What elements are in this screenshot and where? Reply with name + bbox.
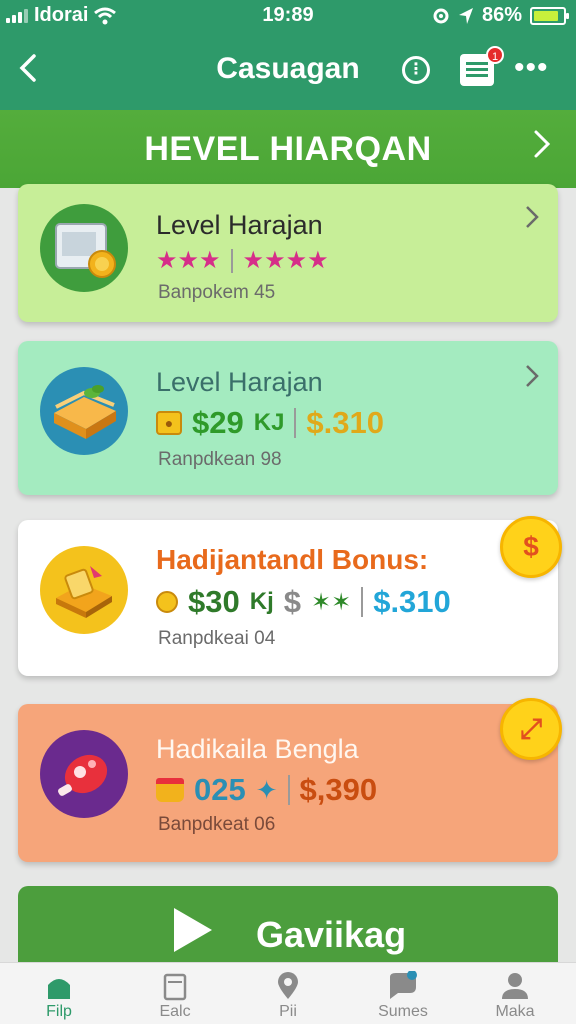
value-primary: $30 [188,584,240,619]
value-primary-suffix: Kj [249,588,274,615]
nav-label: Pii [279,1003,297,1020]
card-title: Level Harajan [156,367,323,397]
value-secondary: $.310 [306,405,384,440]
home-icon [48,979,70,999]
value-primary: 025 [194,772,246,807]
battery-icon [530,6,569,25]
chat-icon [390,971,417,999]
value-row: 025 ✦ $,390 [156,772,377,808]
nav-item-profile[interactable]: Maka [470,971,560,1021]
app-bar: Casuagan ⋮ 1 ••• [0,32,576,110]
value-primary: $29 [192,405,244,440]
section-header[interactable]: HEVEL HIARQAN [0,110,576,188]
dollar-coin-badge[interactable]: $ [500,516,562,578]
more-options-button[interactable]: ••• [514,53,549,83]
card-title: Hadijantandl Bonus: [156,544,429,575]
gift-box-icon [40,204,128,292]
card-subtitle: Banpokem 45 [158,282,276,303]
arrow-coin-badge[interactable]: ⤢ [500,698,562,760]
battery-percent: 86% [481,4,522,26]
stars-right: ★★★★ [242,247,329,274]
divider [287,775,290,805]
value-secondary: $.310 [373,584,451,619]
card-subtitle: Ranpdkeai 04 [158,628,276,649]
candy-icon [40,730,128,818]
divider [361,587,364,617]
sync-icon [433,8,449,23]
bonus-card[interactable]: Hadijantandl Bonus: $30 Kj $ ✶✶ $.310 Ra… [18,520,558,676]
nav-item-location[interactable]: Pii [243,971,333,1021]
card-subtitle: Banpdkeat 06 [158,814,276,835]
nav-label: Ealc [159,1003,191,1020]
fries-icon [156,778,184,802]
coin-icon [156,591,178,613]
value-row: $30 Kj $ ✶✶ $.310 [156,584,451,620]
bottom-nav: Filp Ealc Pii Sumes Maka [0,962,576,1024]
sparkle-icon: ✦ [255,774,278,805]
cake-icon [40,367,128,455]
status-right: 86% [432,4,569,27]
play-button-label: Gaviikag [256,914,407,955]
chevron-right-icon [532,128,552,169]
value-mid: $ [283,584,301,619]
bengla-card[interactable]: Hadikaila Bengla 025 ✦ $,390 Banpdkeat 0… [18,704,558,862]
location-pin-icon [278,972,298,999]
location-arrow-icon [458,7,473,24]
chevron-right-icon [524,363,540,396]
value-secondary: $,390 [299,772,378,807]
nav-item-calendar[interactable]: Ealc [130,971,220,1021]
nav-label: Maka [495,1003,535,1020]
star-rating: ★★★ ★★★★ [156,246,329,275]
nav-label: Filp [46,1003,72,1020]
nav-item-chat[interactable]: Sumes [358,971,448,1021]
divider [294,408,297,438]
coin-icon: ● [156,411,182,435]
divider [230,248,233,273]
nav-item-home[interactable]: Filp [14,971,104,1021]
stars-left: ★★★ [156,247,221,274]
info-button[interactable]: ⋮ [402,56,430,84]
card-title: Level Harajan [156,210,323,240]
status-bar: Idorai 19:89 86% [0,0,576,32]
card-title: Hadikaila Bengla [156,734,359,764]
notification-badge: 1 [486,46,504,64]
level-card-2[interactable]: Level Harajan ● $29 KJ $.310 Ranpdkean 9… [18,341,558,495]
value-primary-suffix: KJ [253,409,285,436]
calendar-icon [163,973,187,1001]
value-row: ● $29 KJ $.310 [156,405,384,441]
card-subtitle: Ranpdkean 98 [158,449,282,470]
person-icon [502,973,528,999]
leaf-icon: ✶✶ [310,588,352,616]
nav-label: Sumes [378,1003,428,1020]
chevron-right-icon [524,204,540,237]
play-icon [174,908,212,952]
section-title: HEVEL HIARQAN [144,130,432,168]
gold-bars-icon [40,546,128,634]
